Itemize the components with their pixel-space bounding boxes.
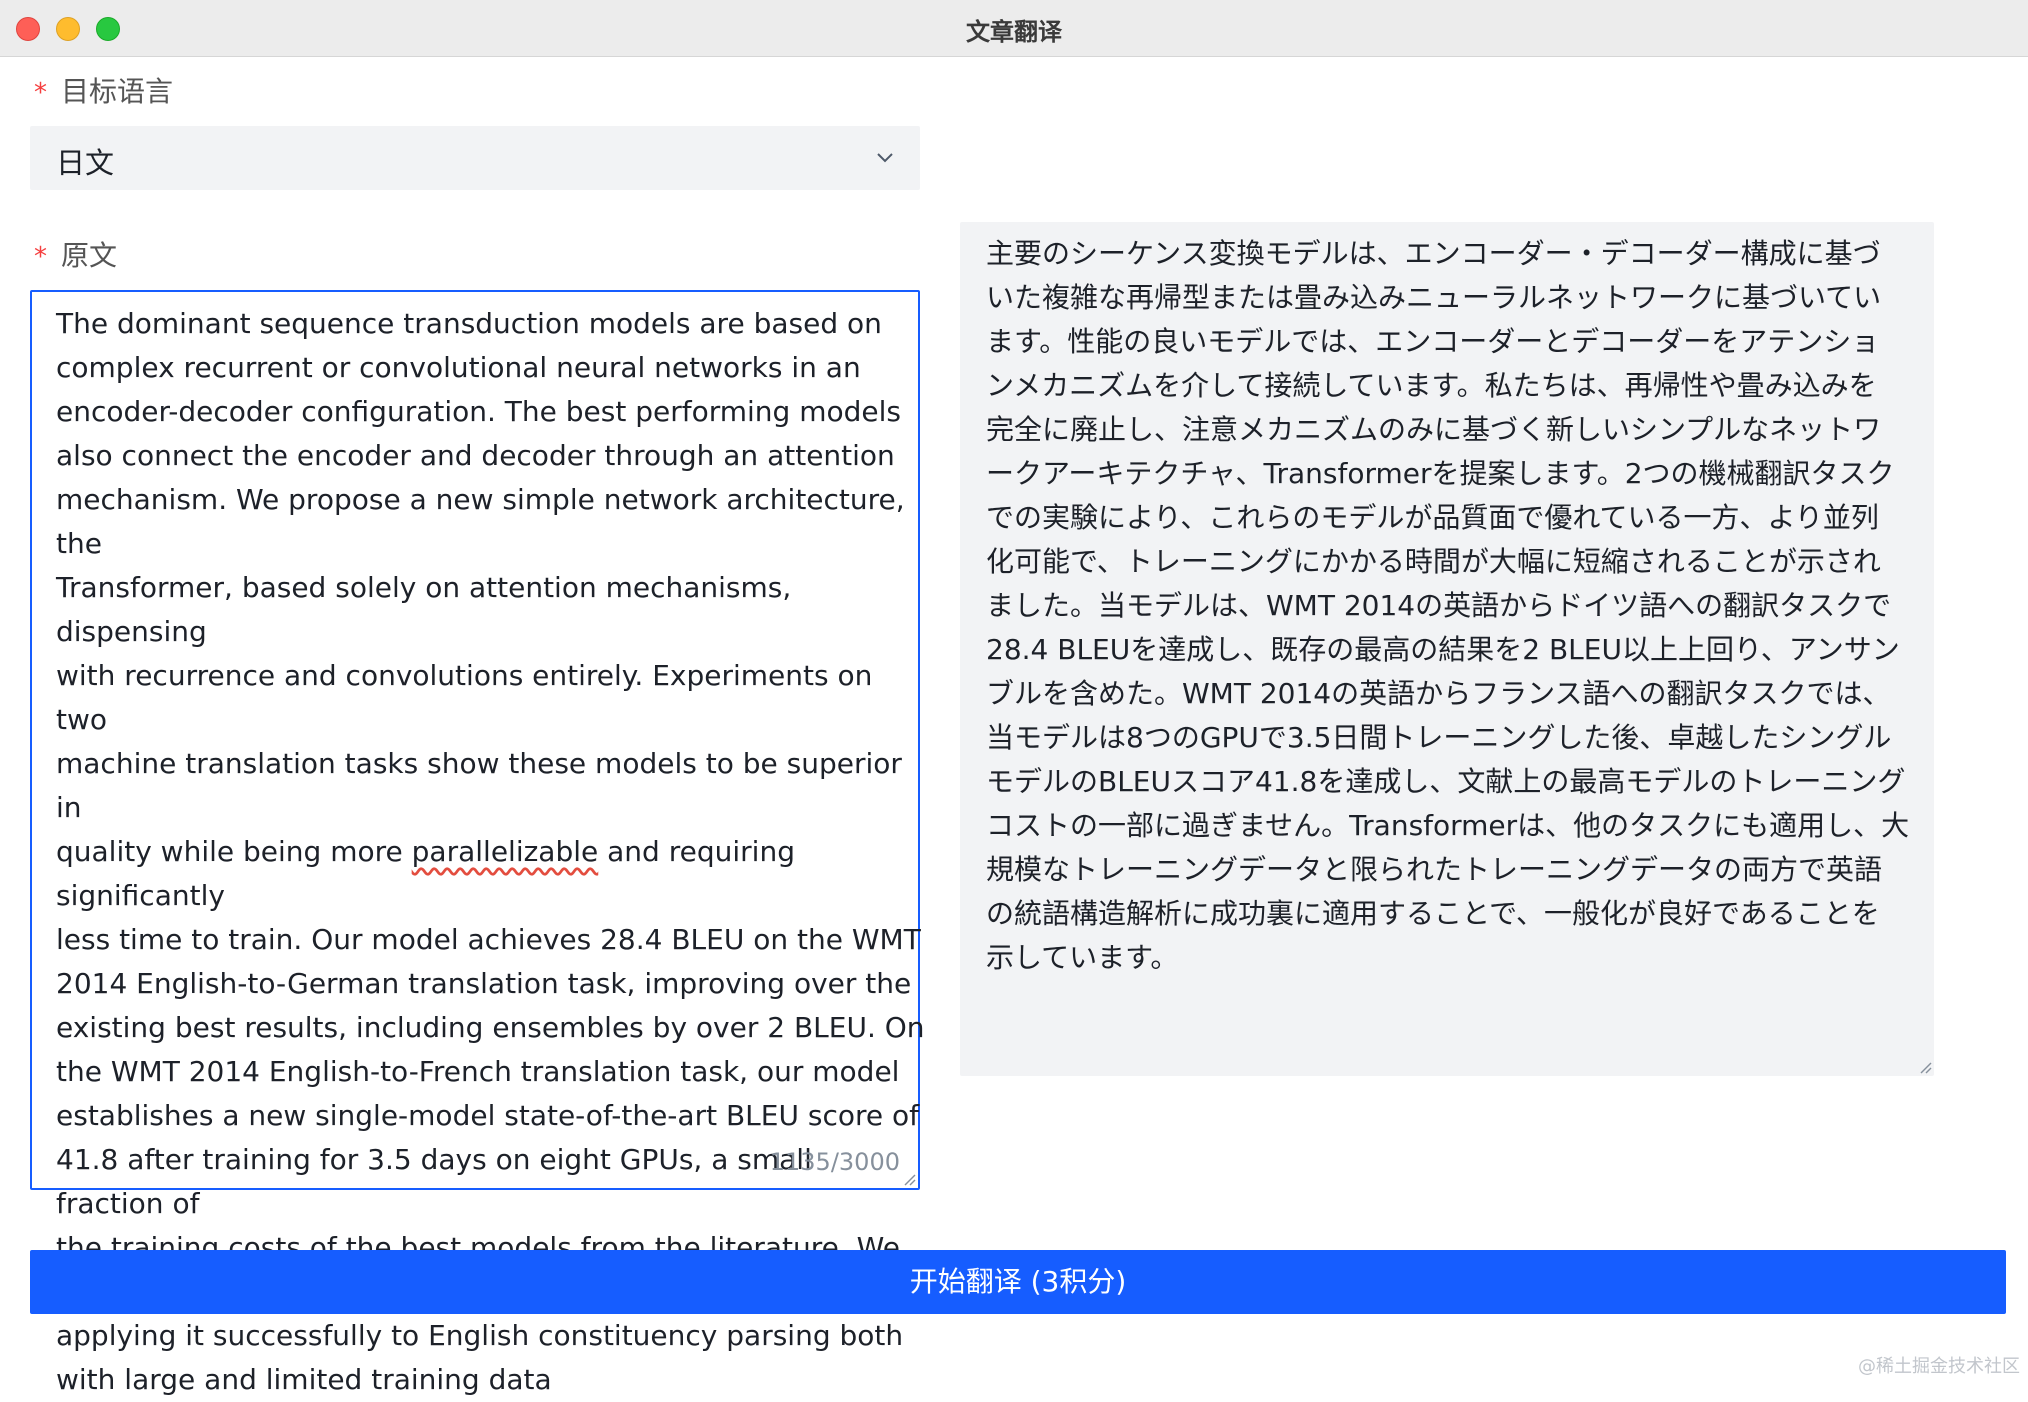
target-language-value: 日文 xyxy=(56,146,115,180)
translation-output-line: いた複雑な再帰型または畳み込みニューラルネットワークに基づいてい xyxy=(986,281,1882,314)
source-text-line: mechanism. We propose a new simple netwo… xyxy=(56,483,914,560)
source-text-line: machine translation tasks show these mod… xyxy=(56,747,911,824)
source-text-line: complex recurrent or convolutional neura… xyxy=(56,351,861,384)
misspelled-word: parallelizable xyxy=(411,835,599,868)
translation-output-line: ンメカニズムを介して接続しています。私たちは、再帰性や畳み込みを xyxy=(986,369,1877,402)
source-text-line: Transformer, based solely on attention m… xyxy=(56,571,801,648)
source-text-content[interactable]: The dominant sequence transduction model… xyxy=(56,302,926,1402)
translation-output-line: モデルのBLEUスコア41.8を達成し、文献上の最高モデルのトレーニング xyxy=(986,765,1906,798)
required-mark: * xyxy=(34,78,47,108)
translation-output-line: コストの一部に過ぎません。Transformerは、他のタスクにも適用し、大 xyxy=(986,809,1910,842)
source-text-label-text: 原文 xyxy=(61,239,118,272)
title-bar: 文章翻译 xyxy=(0,0,2028,57)
target-language-select[interactable]: 日文 xyxy=(30,126,920,190)
translation-output-line: 主要のシーケンス変換モデルは、エンコーダー・デコーダー構成に基づ xyxy=(986,237,1881,270)
translation-output-line: での実験により、これらのモデルが品質面で優れている一方、より並列 xyxy=(986,501,1879,534)
translation-output[interactable]: 主要のシーケンス変換モデルは、エンコーダー・デコーダー構成に基づ いた複雑な再帰型… xyxy=(960,222,1934,1076)
required-mark: * xyxy=(34,242,47,272)
resize-handle-icon[interactable] xyxy=(902,1172,916,1186)
source-text-line: the WMT 2014 English-to-French translati… xyxy=(56,1055,900,1088)
target-language-label-text: 目标语言 xyxy=(61,75,174,108)
app-window: 文章翻译 * 目标语言 日文 * 原文 The dominant sequence … xyxy=(0,0,2028,1396)
char-counter: 1135/3000 xyxy=(769,1148,900,1176)
chevron-down-icon xyxy=(877,153,893,163)
target-language-label: * 目标语言 xyxy=(34,70,173,110)
translation-output-line: ました。当モデルは、WMT 2014の英語からドイツ語への翻訳タスクで xyxy=(986,589,1892,622)
source-text-line: with large and limited training data xyxy=(56,1363,552,1396)
translation-output-line: ークアーキテクチャ、Transformerを提案します。2つの機械翻訳タスク xyxy=(986,457,1895,490)
translation-output-line: の統語構造解析に成功裏に適用することで、一般化が良好であることを xyxy=(986,897,1880,930)
source-text-line: also connect the encoder and decoder thr… xyxy=(56,439,895,472)
source-text-line: with recurrence and convolutions entirel… xyxy=(56,659,882,736)
translation-output-line: 示しています。 xyxy=(986,941,1179,974)
translation-output-line: 規模なトレーニングデータと限られたトレーニングデータの両方で英語 xyxy=(986,853,1883,886)
source-text-line: encoder-decoder configuration. The best … xyxy=(56,395,902,428)
start-translation-button[interactable]: 开始翻译 (3积分) xyxy=(30,1250,2006,1314)
source-text-line: 2014 English-to-German translation task,… xyxy=(56,967,912,1000)
source-text-label: * 原文 xyxy=(34,234,117,274)
source-text-line: establishes a new single-model state-of-… xyxy=(56,1099,919,1132)
source-text-line: less time to train. Our model achieves 2… xyxy=(56,923,921,956)
translation-output-line: 28.4 BLEUを達成し、既存の最高の結果を2 BLEU以上上回り、アンサン xyxy=(986,633,1900,666)
resize-handle-icon[interactable] xyxy=(1918,1060,1932,1074)
translation-output-line: 化可能で、トレーニングにかかる時間が大幅に短縮されることが示され xyxy=(986,545,1881,578)
translation-output-line: ます。性能の良いモデルでは、エンコーダーとデコーダーをアテンショ xyxy=(986,325,1880,358)
translation-output-line: ブルを含めた。WMT 2014の英語からフランス語への翻訳タスクでは、 xyxy=(986,677,1891,710)
source-text-line: quality while being more parallelizable … xyxy=(56,835,804,912)
translation-output-text: 主要のシーケンス変換モデルは、エンコーダー・デコーダー構成に基づ いた複雑な再帰型… xyxy=(986,232,1921,980)
source-text-line: applying it successfully to English cons… xyxy=(56,1319,904,1352)
translation-output-line: 完全に廃止し、注意メカニズムのみに基づく新しいシンプルなネットワ xyxy=(986,413,1882,446)
watermark: @稀土掘金技术社区 xyxy=(1858,1356,2020,1377)
source-text-line: existing best results, including ensembl… xyxy=(56,1011,925,1044)
source-text-line: The dominant sequence transduction model… xyxy=(56,307,882,340)
source-textarea[interactable]: The dominant sequence transduction model… xyxy=(30,290,925,1396)
window-title: 文章翻译 xyxy=(966,18,1062,46)
translation-output-line: 当モデルは8つのGPUで3.5日間トレーニングした後、卓越したシングル xyxy=(986,721,1892,754)
